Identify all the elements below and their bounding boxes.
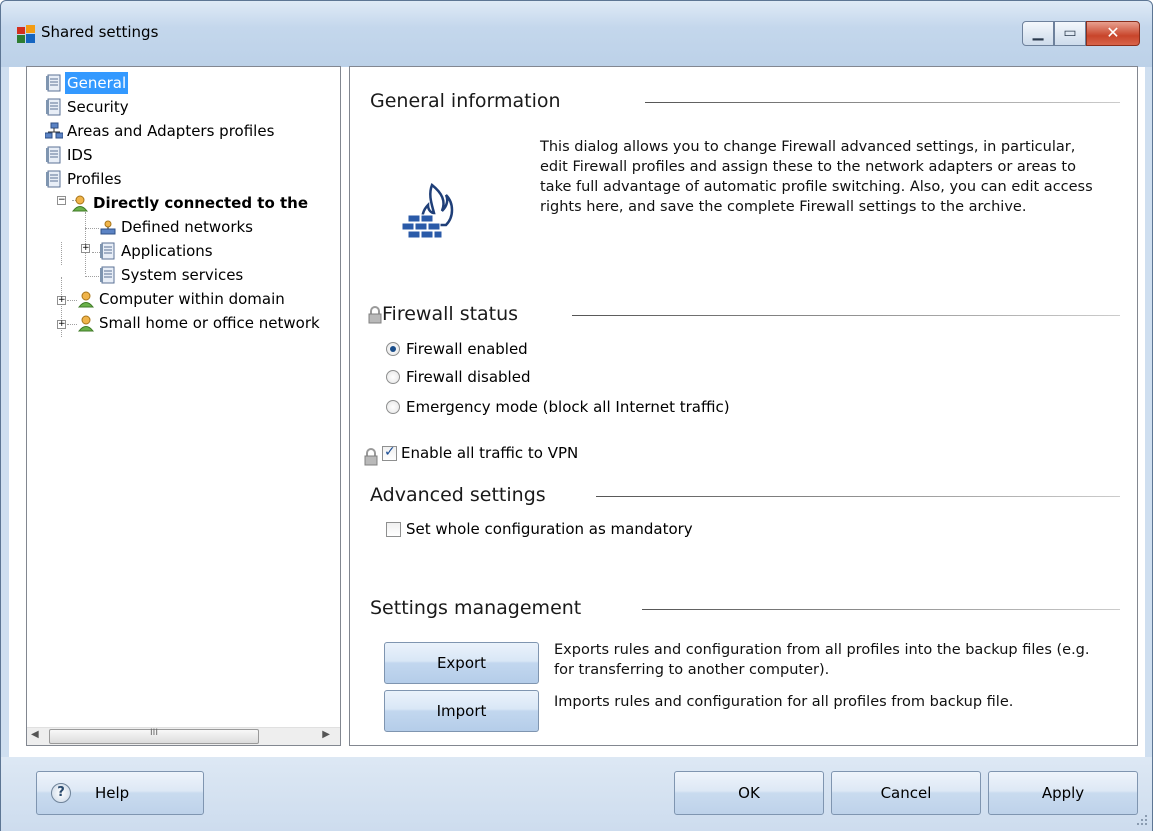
minimize-icon: ▁: [1032, 25, 1044, 41]
tree-item-small-home-office[interactable]: Small home or office network: [77, 312, 340, 334]
tree-connector: [67, 324, 77, 325]
import-description: Imports rules and configuration for all …: [554, 694, 1014, 710]
mandatory-config-label: Set whole configuration as mandatory: [406, 520, 693, 538]
section-divider: [572, 315, 1120, 316]
tree-item-label: Computer within domain: [99, 290, 285, 308]
radio-label: Firewall enabled: [406, 340, 528, 358]
export-button[interactable]: Export: [384, 642, 539, 684]
section-divider: [645, 102, 1120, 103]
tree-item-label: Security: [67, 98, 129, 116]
tree-connector: [67, 300, 77, 301]
tree-item-label: Applications: [121, 242, 213, 260]
help-button[interactable]: ? Help: [36, 771, 204, 815]
avg-logo-icon: [17, 25, 35, 43]
firewall-status-title: Firewall status: [382, 303, 519, 325]
maximize-icon: ▭: [1063, 25, 1077, 41]
apply-button[interactable]: Apply: [988, 771, 1138, 815]
section-divider: [642, 609, 1120, 610]
lock-icon: [368, 306, 382, 324]
document-icon: [46, 146, 61, 164]
title-bar[interactable]: Shared settings ▁ ▭ ✕: [1, 1, 1152, 67]
minimize-button[interactable]: ▁: [1022, 21, 1054, 46]
tree-item-label: Areas and Adapters profiles: [67, 122, 275, 140]
tree-connector: [85, 228, 99, 229]
settings-management-title: Settings management: [370, 597, 582, 619]
section-divider: [596, 496, 1120, 497]
horizontal-scrollbar[interactable]: ◀ III ▶: [27, 727, 340, 745]
tree-item-label: Directly connected to the: [93, 194, 309, 212]
close-icon: ✕: [1106, 23, 1120, 42]
emergency-mode-radio[interactable]: [386, 400, 400, 414]
firewall-icon: [402, 182, 454, 239]
firewall-disabled-radio[interactable]: [386, 370, 400, 384]
tree-item-label: Small home or office network: [99, 314, 320, 332]
document-icon: [100, 242, 115, 260]
collapse-toggle[interactable]: −: [57, 196, 66, 205]
export-description: Exports rules and configuration from all…: [554, 642, 1090, 678]
ok-button[interactable]: OK: [674, 771, 824, 815]
tree-item-label: General: [65, 72, 129, 94]
vpn-traffic-checkbox[interactable]: [382, 444, 397, 461]
firewall-enabled-radio[interactable]: [386, 342, 400, 356]
network-icon: [45, 122, 63, 139]
lock-icon: [364, 448, 378, 466]
document-icon: [46, 98, 61, 116]
expand-toggle[interactable]: +: [57, 296, 66, 305]
radio-label: Emergency mode (block all Internet traff…: [406, 398, 730, 416]
tree-connector: [61, 242, 62, 265]
cancel-button[interactable]: Cancel: [831, 771, 981, 815]
mandatory-config-checkbox[interactable]: [386, 522, 401, 537]
radio-label: Firewall disabled: [406, 368, 531, 386]
content-panel: General information This dialog allows y…: [349, 66, 1138, 746]
tree-connector: [85, 276, 99, 277]
settings-tree[interactable]: General Security Areas and Adapters prof…: [26, 66, 341, 746]
advanced-settings-title: Advanced settings: [370, 484, 546, 506]
help-label: Help: [95, 784, 130, 802]
resize-grip-icon[interactable]: [1136, 814, 1148, 826]
general-information-title: General information: [370, 90, 561, 112]
scroll-left-arrow-icon[interactable]: ◀: [31, 729, 39, 740]
close-button[interactable]: ✕: [1086, 21, 1140, 46]
document-icon: [46, 170, 61, 188]
scrollbar-grip: III: [150, 728, 158, 738]
tree-item-label: Profiles: [67, 170, 122, 188]
document-icon: [100, 266, 115, 284]
user-profile-icon: [77, 315, 95, 332]
dialog-window: Shared settings ▁ ▭ ✕ General Security A…: [0, 0, 1153, 831]
network-icon: [100, 220, 116, 235]
document-icon: [46, 74, 61, 92]
vpn-traffic-label: Enable all traffic to VPN: [401, 444, 579, 462]
maximize-button[interactable]: ▭: [1054, 21, 1086, 46]
window-title: Shared settings: [41, 23, 159, 41]
scroll-right-arrow-icon[interactable]: ▶: [322, 729, 330, 740]
import-button[interactable]: Import: [384, 690, 539, 732]
tree-item-label: System services: [121, 266, 244, 284]
user-profile-icon: [71, 195, 89, 212]
expand-toggle[interactable]: +: [81, 244, 90, 253]
tree-item-label: Defined networks: [121, 218, 253, 236]
tree-item-label: IDS: [67, 146, 93, 164]
scrollbar-thumb[interactable]: III: [49, 728, 259, 744]
user-profile-icon: [77, 291, 95, 308]
help-icon: ?: [51, 783, 71, 803]
general-description: This dialog allows you to change Firewal…: [540, 139, 1093, 215]
expand-toggle[interactable]: +: [57, 320, 66, 329]
